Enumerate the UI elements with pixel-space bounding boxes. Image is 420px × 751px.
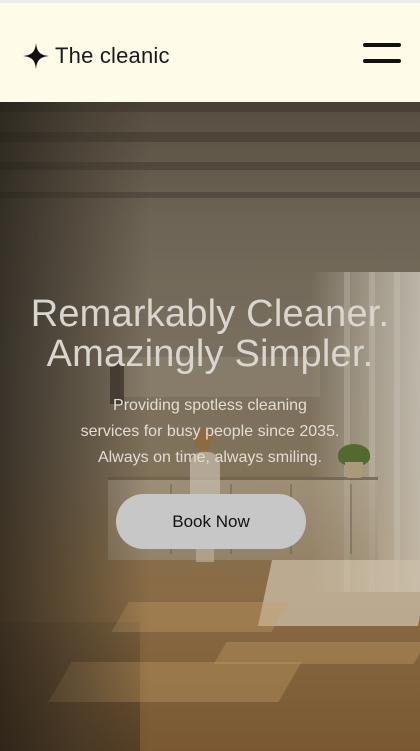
hero-tagline: Providing spotless cleaning services for… <box>50 393 370 471</box>
headline-line-1: Remarkably Cleaner. <box>30 293 390 335</box>
tagline-line-2: services for busy people since 2035. <box>80 423 340 440</box>
site-header: The cleanic <box>0 0 420 102</box>
brand-name: The cleanic <box>55 43 170 68</box>
hamburger-menu-icon[interactable] <box>363 43 401 63</box>
sparkle-icon <box>23 43 49 69</box>
headline-line-2: Amazingly Simpler. <box>46 333 374 375</box>
brand-logo[interactable]: The cleanic <box>22 41 170 71</box>
hero-section: Remarkably Cleaner. Amazingly Simpler. P… <box>0 102 420 751</box>
tagline-line-3: Always on time, always smiling. <box>97 449 323 466</box>
tagline-line-1: Providing spotless cleaning <box>113 397 307 414</box>
hero-headline: Remarkably Cleaner. Amazingly Simpler. <box>0 294 420 374</box>
book-now-button[interactable]: Book Now <box>116 494 306 549</box>
menu-bar-bottom <box>363 59 401 63</box>
menu-bar-top <box>363 43 401 47</box>
